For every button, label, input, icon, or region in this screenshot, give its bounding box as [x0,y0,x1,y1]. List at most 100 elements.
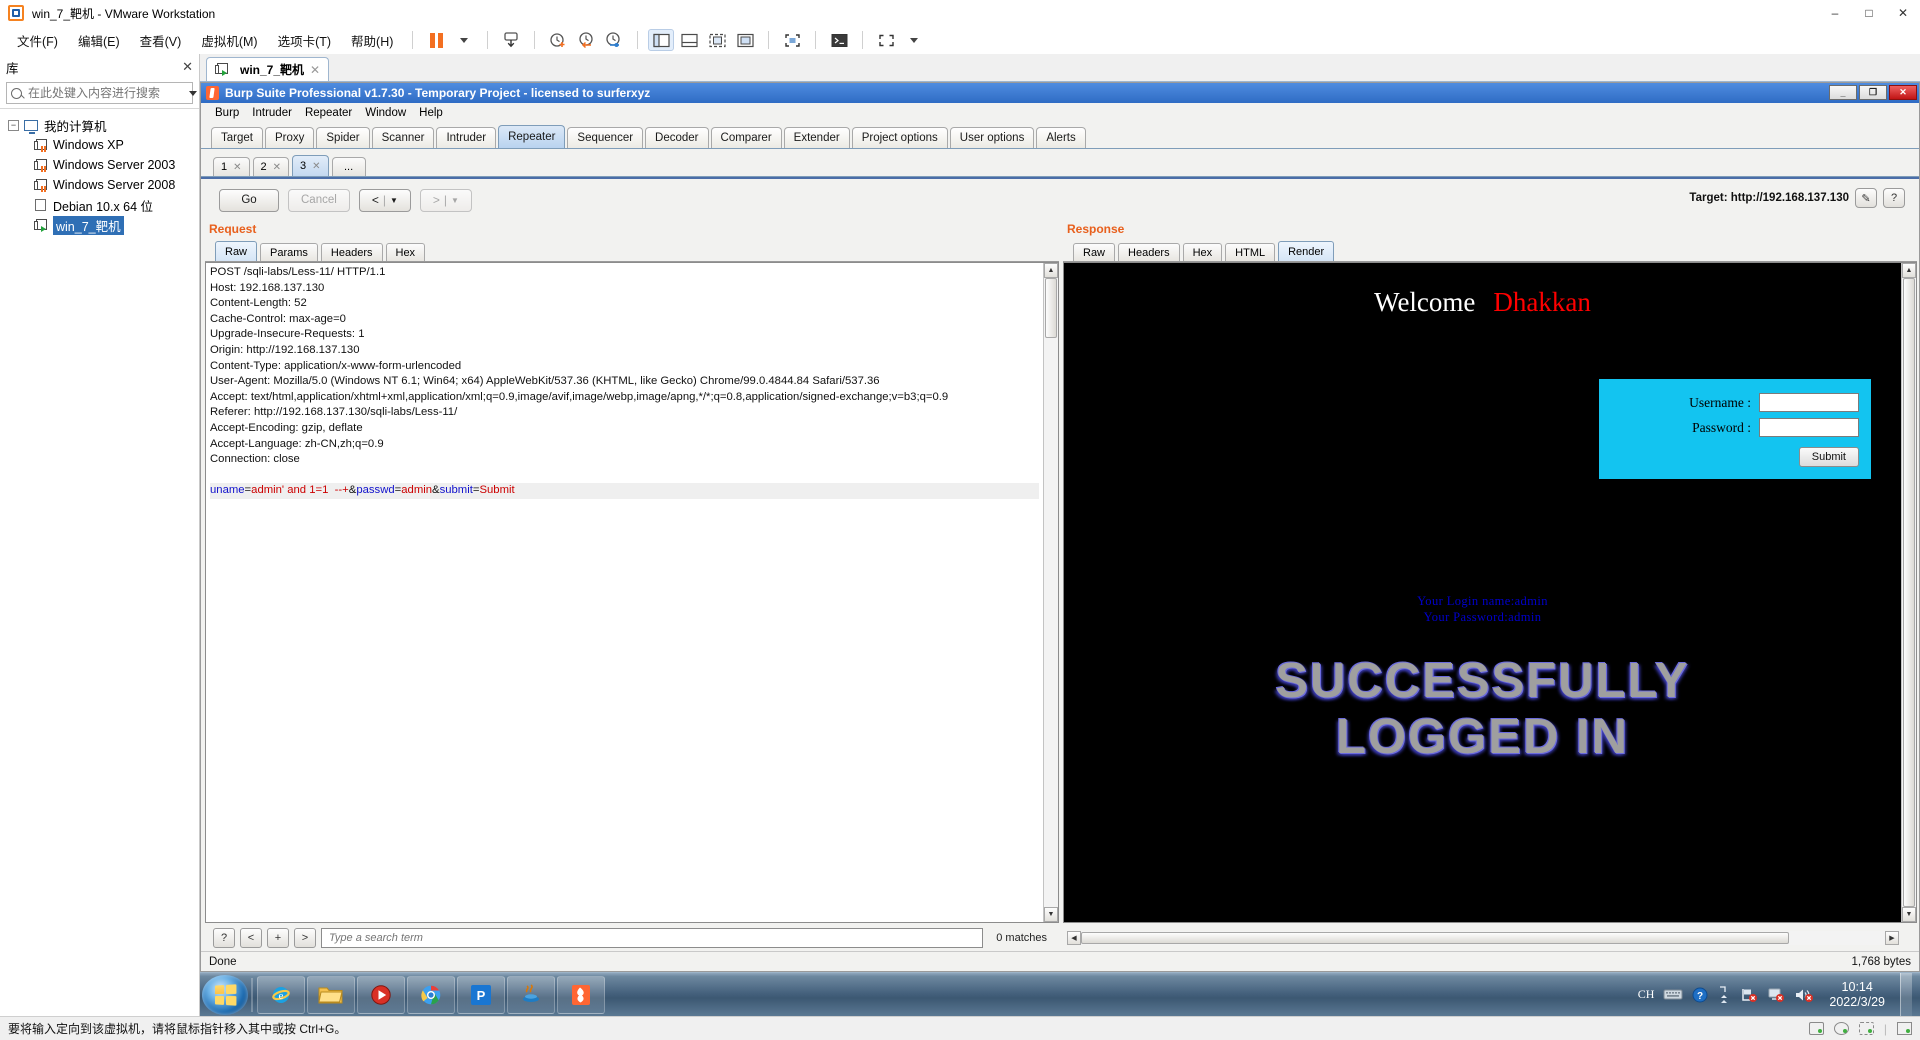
snapshot-revert-icon[interactable] [573,29,599,51]
response-vertical-scrollbar[interactable]: ▲ ▼ [1901,263,1916,922]
burp-menu-burp[interactable]: Burp [209,105,245,121]
maximize-button[interactable]: □ [1852,0,1886,26]
sidebar-item-win7-target[interactable]: win_7_靶机 [0,215,199,235]
scroll-thumb[interactable] [1081,931,1789,944]
cd-dvd-icon[interactable] [1833,1022,1849,1035]
tab-alerts[interactable]: Alerts [1036,127,1086,148]
sidebar-item-windows-server-2003[interactable]: Windows Server 2003 [0,155,199,175]
scroll-down-icon[interactable]: ▼ [1044,907,1058,922]
response-tab-html[interactable]: HTML [1225,243,1276,261]
help-icon[interactable]: ? [1692,987,1708,1003]
scroll-up-icon[interactable]: ▲ [1044,263,1058,278]
question-icon[interactable]: ? [1883,188,1905,208]
go-button[interactable]: Go [219,188,279,212]
show-library-icon[interactable] [648,29,675,51]
show-console-icon[interactable] [704,29,730,51]
minimize-button[interactable]: – [1818,0,1852,26]
username-input[interactable] [1759,393,1859,412]
burp-menu-window[interactable]: Window [359,105,412,121]
scroll-track[interactable] [1081,930,1885,945]
volume-muted-icon[interactable] [1794,987,1814,1003]
password-input[interactable] [1759,418,1859,437]
tab-proxy[interactable]: Proxy [264,127,315,148]
keyboard-icon[interactable] [1663,988,1683,1001]
menu-vm[interactable]: 虚拟机(M) [192,27,266,54]
search-input[interactable] [327,930,978,945]
usb-icon[interactable] [1897,1022,1912,1035]
scroll-left-icon[interactable]: ◀ [1067,930,1081,945]
java-icon[interactable] [507,975,555,1014]
response-horizontal-scrollbar[interactable]: ◀ ▶ [1067,930,1899,945]
start-orb-icon[interactable] [202,974,248,1015]
repeater-tab-2[interactable]: 2 ✕ [252,157,290,176]
request-vertical-scrollbar[interactable]: ▲ ▼ [1043,263,1058,922]
find-add-button[interactable]: + [267,927,289,948]
close-icon[interactable]: ✕ [233,162,241,173]
tab-target[interactable]: Target [211,127,263,148]
scroll-right-icon[interactable]: ▶ [1885,930,1899,945]
menu-help[interactable]: 帮助(H) [342,27,402,54]
scroll-thumb[interactable] [1045,278,1057,338]
scroll-track[interactable] [1044,278,1058,907]
tab-user-options[interactable]: User options [949,127,1035,148]
scroll-thumb[interactable] [1903,278,1915,907]
hard-disk-icon[interactable] [1808,1022,1824,1035]
menu-view[interactable]: 查看(V) [131,27,191,54]
tab-comparer[interactable]: Comparer [710,127,782,148]
close-button[interactable]: ✕ [1886,0,1920,26]
scroll-track[interactable] [1902,278,1916,907]
tab-extender[interactable]: Extender [783,127,850,148]
unity-icon[interactable] [779,29,805,51]
pause-icon[interactable] [423,29,449,51]
tab-sequencer[interactable]: Sequencer [567,127,644,148]
burp-icon[interactable] [557,975,605,1014]
request-tab-params[interactable]: Params [260,243,318,261]
tab-repeater[interactable]: Repeater [498,125,566,148]
request-editor[interactable]: POST /sqli-labs/Less-11/ HTTP/1.1 Host: 1… [206,263,1043,922]
library-search[interactable] [6,82,197,104]
back-button[interactable]: < | ▼ [358,188,411,212]
send-ctrl-alt-del-icon[interactable] [498,29,524,51]
repeater-tab-new[interactable]: ... [331,157,366,176]
internet-explorer-icon[interactable]: e [257,975,305,1014]
collapse-icon[interactable]: − [8,119,19,131]
burp-menu-intruder[interactable]: Intruder [246,105,298,121]
menu-tabs[interactable]: 选项卡(T) [269,27,340,54]
scroll-down-icon[interactable]: ▼ [1902,907,1916,922]
scroll-up-icon[interactable]: ▲ [1902,263,1916,278]
burp-restore-button[interactable]: ❐ [1859,85,1887,100]
submit-button[interactable]: Submit [1798,447,1859,467]
caret-down-icon[interactable] [451,29,477,51]
response-tab-raw[interactable]: Raw [1073,243,1116,261]
snapshot-take-icon[interactable] [545,29,571,51]
tab-spider[interactable]: Spider [316,127,370,148]
expand-icon[interactable] [873,29,899,51]
repeater-tab-3[interactable]: 3 ✕ [292,155,329,176]
fullscreen-icon[interactable] [732,29,758,51]
find-next-button[interactable]: > [294,927,316,948]
burp-minimize-button[interactable]: _ [1829,85,1857,100]
ime-indicator[interactable]: CH [1638,987,1655,1002]
expand-caret-icon[interactable] [901,29,927,51]
response-tab-headers[interactable]: Headers [1118,243,1180,261]
response-tab-render[interactable]: Render [1278,241,1335,261]
find-input-wrap[interactable] [321,927,984,948]
action-center-icon[interactable] [1767,987,1785,1003]
pencil-icon[interactable]: ✎ [1855,188,1877,208]
library-close-icon[interactable]: ✕ [182,59,193,75]
vm-tab-win7[interactable]: win_7_靶机 ✕ [206,57,330,81]
request-tab-raw[interactable]: Raw [215,241,258,261]
network-adapter-icon[interactable] [1858,1022,1874,1035]
chevron-down-icon[interactable] [189,90,197,96]
close-icon[interactable]: ✕ [312,161,320,172]
show-thumbnail-bar-icon[interactable] [676,29,702,51]
sidebar-item-windows-server-2008[interactable]: Windows Server 2008 [0,175,199,195]
sidebar-item-windows-xp[interactable]: Windows XP [0,135,199,155]
sidebar-item-debian-10[interactable]: Debian 10.x 64 位 [0,195,199,215]
snapshot-manager-icon[interactable] [601,29,627,51]
burp-menu-help[interactable]: Help [413,105,449,121]
tree-root-my-computer[interactable]: − 我的计算机 [0,115,199,135]
close-icon[interactable]: ✕ [310,63,320,77]
burp-close-button[interactable]: ✕ [1889,85,1917,100]
request-tab-hex[interactable]: Hex [385,243,426,261]
